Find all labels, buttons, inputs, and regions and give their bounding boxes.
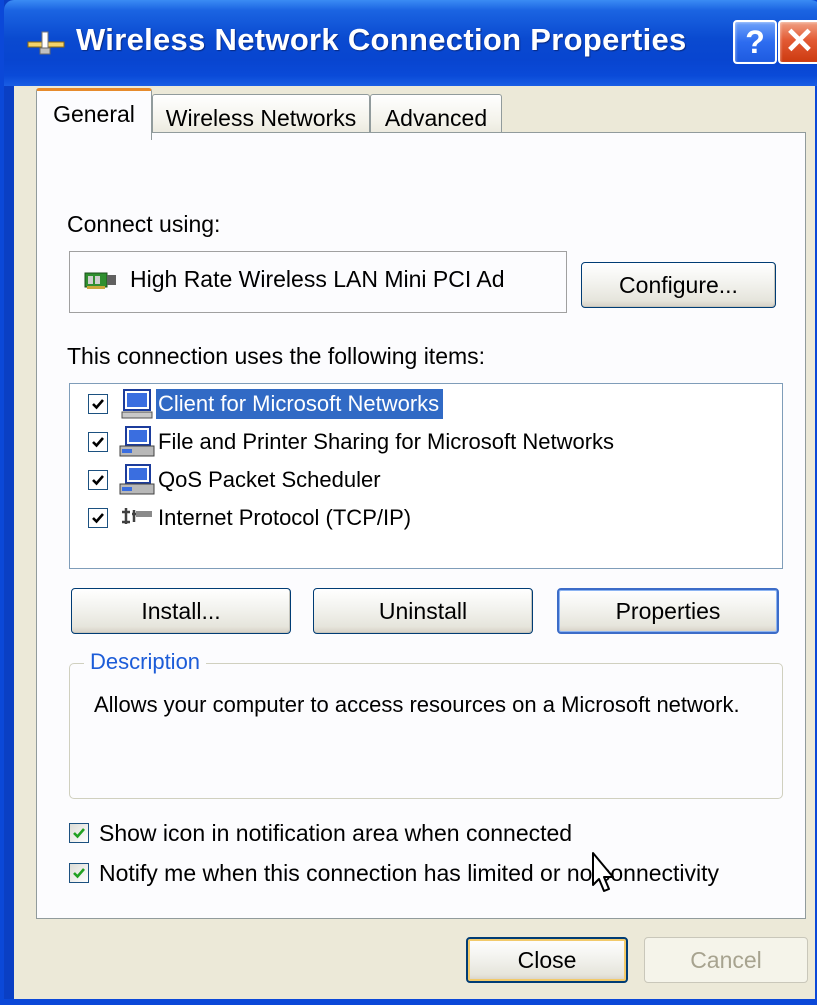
install-button[interactable]: Install... xyxy=(71,588,291,634)
list-item[interactable]: QoS Packet Scheduler xyxy=(78,462,768,498)
show-icon-label: Show icon in notification area when conn… xyxy=(99,820,573,846)
properties-button[interactable]: Properties xyxy=(557,588,779,634)
list-item[interactable]: Client for Microsoft Networks xyxy=(78,386,768,422)
general-tab-panel: Connect using: High Rate Wireless LAN Mi… xyxy=(36,132,806,919)
items-label: This connection uses the following items… xyxy=(67,343,486,369)
dialog-body: General Wireless Networks Advanced Conne… xyxy=(14,86,815,999)
cancel-button[interactable]: Cancel xyxy=(644,937,808,983)
notify-option[interactable]: Notify me when this connection has limit… xyxy=(69,859,789,889)
network-service-icon xyxy=(119,464,155,495)
show-icon-option[interactable]: Show icon in notification area when conn… xyxy=(69,819,789,849)
item-label: File and Printer Sharing for Microsoft N… xyxy=(158,429,615,454)
item-label: Internet Protocol (TCP/IP) xyxy=(158,505,412,530)
configure-button[interactable]: Configure... xyxy=(581,262,776,308)
network-service-icon xyxy=(119,426,155,457)
show-icon-checkbox[interactable] xyxy=(69,823,89,843)
description-group: Description Allows your computer to acce… xyxy=(69,649,783,799)
connect-using-label: Connect using: xyxy=(67,211,221,237)
description-legend: Description xyxy=(84,649,207,675)
close-button[interactable]: Close xyxy=(466,937,628,983)
network-client-icon xyxy=(121,389,153,419)
protocol-icon xyxy=(122,508,152,524)
item-checkbox[interactable] xyxy=(88,470,108,490)
network-adapter-icon xyxy=(84,272,116,289)
list-item[interactable]: Internet Protocol (TCP/IP) xyxy=(78,500,768,536)
tab-general[interactable]: General xyxy=(36,88,152,140)
notify-label: Notify me when this connection has limit… xyxy=(99,860,720,886)
item-checkbox[interactable] xyxy=(88,432,108,452)
list-item[interactable]: File and Printer Sharing for Microsoft N… xyxy=(78,424,768,460)
mouse-pointer-icon xyxy=(592,852,614,892)
properties-dialog: Wireless Network Connection Properties ?… xyxy=(0,0,817,1005)
item-checkbox[interactable] xyxy=(88,508,108,528)
adapter-name: High Rate Wireless LAN Mini PCI Ad xyxy=(130,266,505,292)
close-window-button[interactable]: ✕ xyxy=(778,20,817,64)
item-checkbox[interactable] xyxy=(88,394,108,414)
adapter-field: High Rate Wireless LAN Mini PCI Ad xyxy=(69,251,567,313)
components-list[interactable]: Client for Microsoft Networks File and P… xyxy=(69,383,783,569)
uninstall-button[interactable]: Uninstall xyxy=(313,588,533,634)
help-button[interactable]: ? xyxy=(733,20,777,64)
title-bar[interactable]: Wireless Network Connection Properties ?… xyxy=(4,0,817,86)
item-label: QoS Packet Scheduler xyxy=(158,467,381,492)
window-title: Wireless Network Connection Properties xyxy=(76,22,687,57)
item-label: Client for Microsoft Networks xyxy=(156,389,444,419)
notify-checkbox[interactable] xyxy=(69,863,89,883)
description-text: Allows your computer to access resources… xyxy=(94,692,740,717)
network-connection-icon xyxy=(27,31,65,55)
